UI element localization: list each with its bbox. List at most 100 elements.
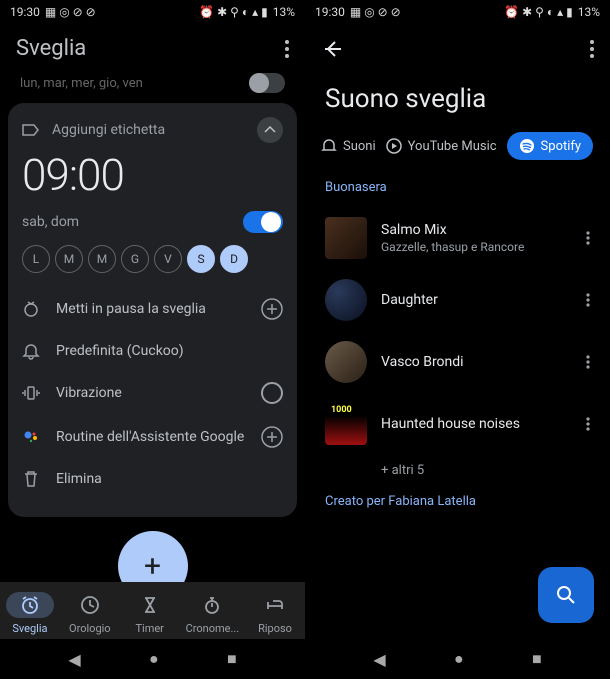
more-link[interactable]: + altri 5 bbox=[305, 455, 610, 482]
nav-back[interactable]: ◀ bbox=[373, 650, 385, 669]
tab-label: Orologio bbox=[69, 622, 111, 635]
vibration-row[interactable]: Vibrazione bbox=[22, 371, 283, 415]
status-time: 19:30 bbox=[315, 5, 345, 19]
day-chip-dom[interactable]: D bbox=[220, 245, 248, 273]
song-title: Haunted house noises bbox=[381, 416, 572, 432]
collapsed-alarm-row[interactable]: lun, mar, mer, gio, ven bbox=[8, 73, 297, 103]
alarm-time[interactable]: 09:00 bbox=[22, 153, 283, 197]
alarm-toggle-on[interactable] bbox=[243, 211, 283, 233]
song-thumbnail bbox=[325, 279, 367, 321]
trash-icon bbox=[22, 470, 40, 488]
sound-row[interactable]: Predefinita (Cuckoo) bbox=[22, 331, 283, 371]
add-alarm-fab[interactable]: + bbox=[118, 531, 188, 582]
alarm-icon bbox=[20, 595, 40, 615]
bell-icon bbox=[22, 342, 40, 360]
delete-row[interactable]: Elimina bbox=[22, 459, 283, 499]
alarm-card: Aggiungi etichetta 09:00 sab, dom L M M … bbox=[8, 103, 297, 517]
page-title: Suono sveglia bbox=[305, 68, 610, 132]
item-overflow-icon[interactable] bbox=[586, 355, 590, 369]
nav-home[interactable]: ● bbox=[454, 649, 464, 669]
tag-icon bbox=[22, 123, 40, 137]
song-title: Daughter bbox=[381, 292, 572, 308]
pause-label: Metti in pausa la sveglia bbox=[56, 301, 206, 317]
navbar: ◀ ● ■ bbox=[0, 639, 305, 679]
item-overflow-icon[interactable] bbox=[586, 417, 590, 431]
delete-label: Elimina bbox=[56, 471, 102, 487]
status-icons-left: ▦ ◎ ⊘ ⊘ bbox=[350, 5, 401, 19]
statusbar: 19:30 ▦ ◎ ⊘ ⊘ ⏰ ✱ ⚲ ◐ ▴ ▮ 13% bbox=[0, 0, 305, 24]
tab-bedtime[interactable]: Riposo bbox=[251, 592, 299, 635]
list-item[interactable]: Salmo Mix Gazzelle, thasup e Rancore bbox=[305, 207, 610, 269]
source-sounds[interactable]: Suoni bbox=[321, 138, 376, 154]
list-item[interactable]: 1000 Haunted house noises bbox=[305, 393, 610, 455]
day-chip-sab[interactable]: S bbox=[187, 245, 215, 273]
ytm-icon bbox=[386, 138, 402, 154]
song-subtitle: Gazzelle, thasup e Rancore bbox=[381, 240, 572, 254]
song-title: Salmo Mix bbox=[381, 222, 572, 238]
day-chip-ven[interactable]: V bbox=[154, 245, 182, 273]
source-label: YouTube Music bbox=[408, 139, 497, 154]
source-spotify[interactable]: Spotify bbox=[507, 132, 594, 160]
item-overflow-icon[interactable] bbox=[586, 231, 590, 245]
assistant-label: Routine dell'Assistente Google bbox=[56, 429, 244, 445]
screen-alarm: 19:30 ▦ ◎ ⊘ ⊘ ⏰ ✱ ⚲ ◐ ▴ ▮ 13% Sveglia lu… bbox=[0, 0, 305, 679]
overflow-icon[interactable] bbox=[285, 40, 289, 58]
day-chip-mar[interactable]: M bbox=[55, 245, 83, 273]
status-icons-right: ⏰ ✱ ⚲ ◐ ▴ ▮ bbox=[504, 5, 573, 19]
topbar: Sveglia bbox=[0, 24, 305, 73]
hourglass-icon bbox=[140, 595, 160, 615]
list-item[interactable]: Vasco Brondi bbox=[305, 331, 610, 393]
nav-recent[interactable]: ■ bbox=[532, 649, 542, 669]
day-chips: L M M G V S D bbox=[22, 245, 283, 273]
source-label: Suoni bbox=[343, 139, 376, 154]
alarm-toggle-off[interactable] bbox=[249, 73, 285, 93]
status-icons-right: ⏰ ✱ ⚲ ◐ ▴ ▮ bbox=[199, 5, 268, 19]
plus-icon[interactable] bbox=[261, 426, 283, 448]
tab-timer[interactable]: Timer bbox=[126, 592, 174, 635]
plus-icon[interactable] bbox=[261, 298, 283, 320]
day-chip-gio[interactable]: G bbox=[121, 245, 149, 273]
collapsed-alarm-days: lun, mar, mer, gio, ven bbox=[20, 76, 143, 91]
alarm-days-label: sab, dom bbox=[22, 214, 79, 230]
item-overflow-icon[interactable] bbox=[586, 293, 590, 307]
navbar: ◀ ● ■ bbox=[305, 639, 610, 679]
statusbar: 19:30 ▦ ◎ ⊘ ⊘ ⏰ ✱ ⚲ ◐ ▴ ▮ 13% bbox=[305, 0, 610, 24]
spotify-icon bbox=[519, 138, 535, 154]
nav-back[interactable]: ◀ bbox=[68, 650, 80, 669]
status-icons-left: ▦ ◎ ⊘ ⊘ bbox=[45, 5, 96, 19]
pause-icon bbox=[22, 300, 40, 318]
status-time: 19:30 bbox=[10, 5, 40, 19]
list-item[interactable]: Daughter bbox=[305, 269, 610, 331]
tab-stopwatch[interactable]: Cronome... bbox=[186, 592, 240, 635]
tab-alarm[interactable]: Sveglia bbox=[6, 592, 54, 635]
vibration-radio[interactable] bbox=[261, 382, 283, 404]
status-battery: 13% bbox=[273, 5, 295, 19]
tab-label: Timer bbox=[135, 622, 163, 635]
search-fab[interactable] bbox=[538, 567, 594, 623]
tab-clock[interactable]: Orologio bbox=[66, 592, 114, 635]
add-label[interactable]: Aggiungi etichetta bbox=[52, 122, 165, 138]
tab-label: Cronome... bbox=[186, 622, 240, 635]
assistant-row[interactable]: Routine dell'Assistente Google bbox=[22, 415, 283, 459]
vibration-icon bbox=[22, 384, 40, 402]
bed-icon bbox=[265, 595, 285, 615]
status-battery: 13% bbox=[578, 5, 600, 19]
song-thumbnail bbox=[325, 217, 367, 259]
back-icon[interactable] bbox=[321, 38, 343, 60]
nav-recent[interactable]: ■ bbox=[227, 649, 237, 669]
source-ytm[interactable]: YouTube Music bbox=[386, 138, 497, 154]
bottom-tabs: Sveglia Orologio Timer Cronome... Riposo bbox=[0, 582, 305, 639]
day-chip-mer[interactable]: M bbox=[88, 245, 116, 273]
pause-row[interactable]: Metti in pausa la sveglia bbox=[22, 287, 283, 331]
source-tabs: Suoni YouTube Music Spotify bbox=[305, 132, 610, 176]
created-by-label: Creato per Fabiana Latella bbox=[305, 482, 610, 521]
screen-sound: 19:30 ▦ ◎ ⊘ ⊘ ⏰ ✱ ⚲ ◐ ▴ ▮ 13% Suono sveg… bbox=[305, 0, 610, 679]
nav-home[interactable]: ● bbox=[149, 649, 159, 669]
tab-label: Riposo bbox=[258, 622, 292, 635]
collapse-button[interactable] bbox=[257, 117, 283, 143]
overflow-icon[interactable] bbox=[590, 40, 594, 58]
day-chip-lun[interactable]: L bbox=[22, 245, 50, 273]
source-label: Spotify bbox=[541, 139, 582, 154]
song-title: Vasco Brondi bbox=[381, 354, 572, 370]
page-title: Sveglia bbox=[16, 36, 86, 61]
